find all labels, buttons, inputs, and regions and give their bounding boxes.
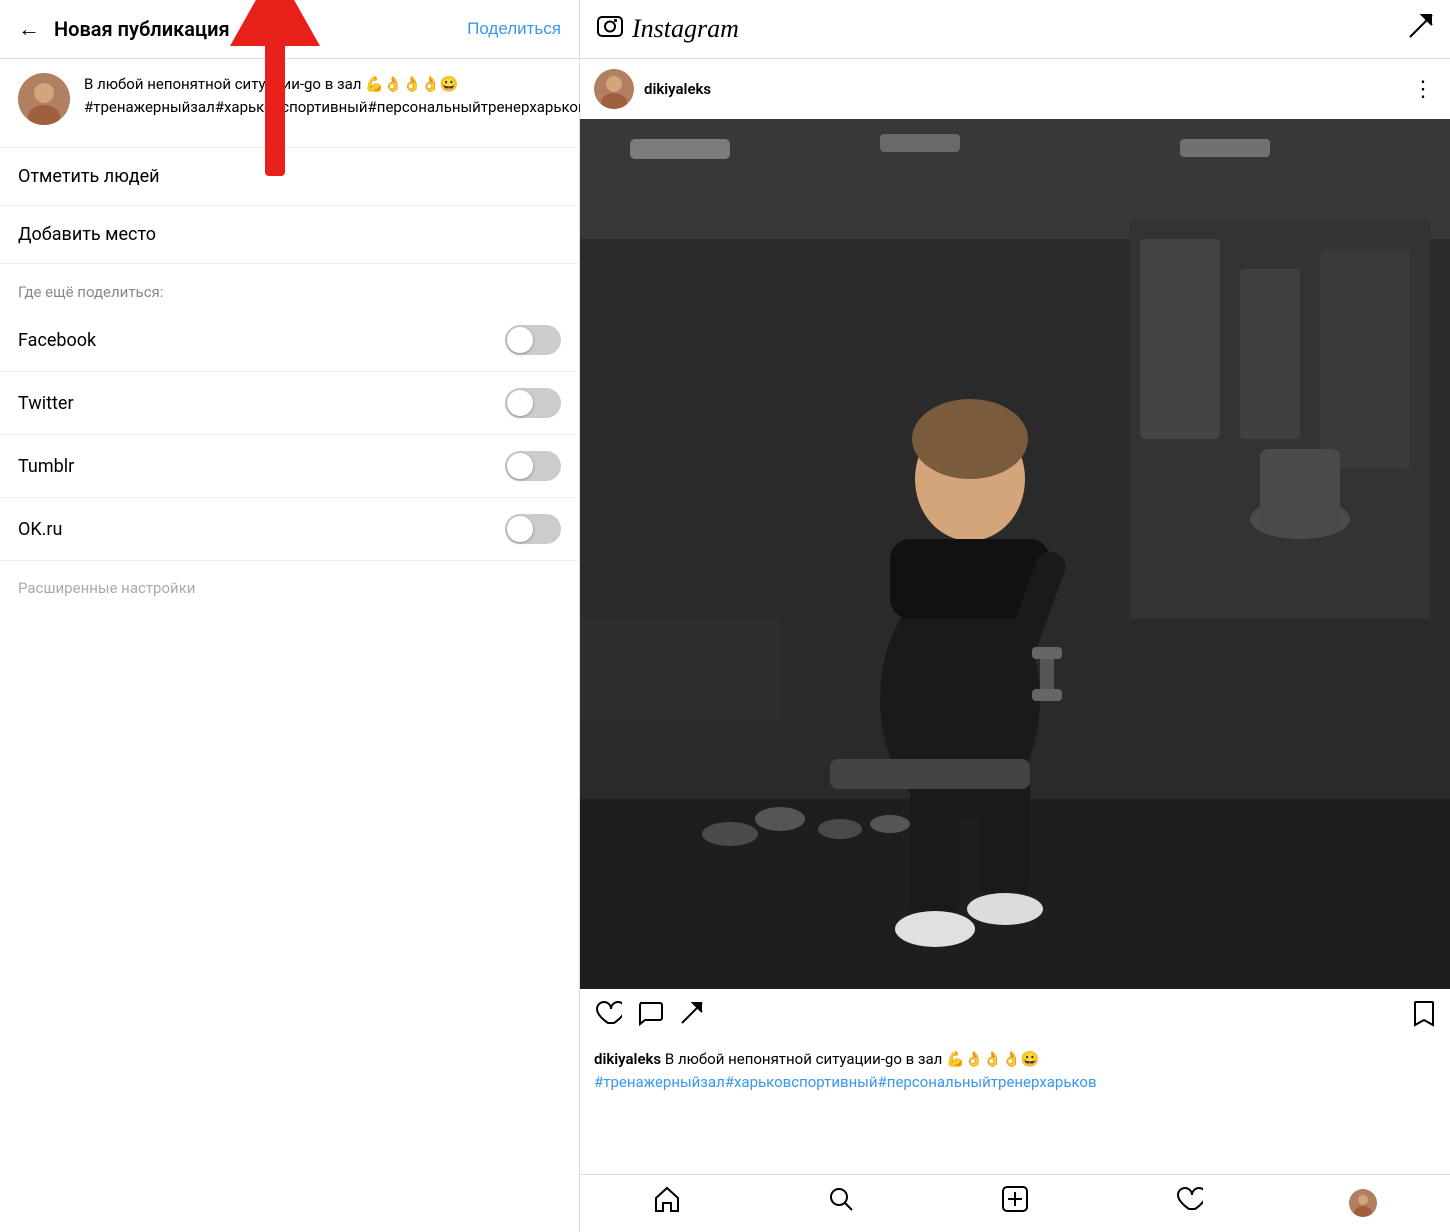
caption-text: В любой непонятной ситуации-go в зал 💪👌👌… [665, 1050, 1040, 1068]
home-icon[interactable] [653, 1185, 681, 1220]
share-section-title: Где ещё поделиться: [18, 283, 163, 301]
share-row-facebook: Facebook [0, 309, 579, 372]
post-header: dikiyaleks ⋮ [580, 59, 1450, 119]
annotation-arrow [230, 0, 320, 200]
instagram-post-screen: Instagram dikiyaleks ⋮ [580, 0, 1450, 1232]
new-post-screen: ← Новая публикация Поделиться В любой не… [0, 0, 580, 1232]
toggle-twitter[interactable] [505, 388, 561, 418]
post-username: dikiyaleks [644, 80, 1412, 98]
share-label-facebook: Facebook [18, 330, 96, 351]
like-icon[interactable] [594, 999, 622, 1034]
caption-hashtags: #тренажерныйзал#харьковспортивный#персон… [594, 1073, 1097, 1091]
share-label-twitter: Twitter [18, 393, 74, 414]
camera-icon [596, 12, 624, 46]
send-icon[interactable] [1408, 13, 1434, 45]
add-location-item[interactable]: Добавить место [0, 206, 579, 264]
avatar-right [594, 69, 634, 109]
share-icon[interactable] [678, 999, 706, 1034]
post-image [580, 119, 1450, 989]
share-row-okru: OK.ru [0, 498, 579, 561]
heart-nav-icon[interactable] [1175, 1185, 1203, 1220]
bottom-navigation [580, 1174, 1450, 1232]
action-bar [580, 989, 1450, 1044]
share-button[interactable]: Поделиться [467, 19, 561, 39]
caption-username: dikiyaleks [594, 1050, 661, 1068]
instagram-header: Instagram [580, 0, 1450, 59]
toggle-tumblr[interactable] [505, 451, 561, 481]
toggle-facebook[interactable] [505, 325, 561, 355]
more-options-icon[interactable]: ⋮ [1412, 77, 1436, 102]
avatar-left [18, 73, 70, 125]
search-nav-icon[interactable] [827, 1185, 855, 1220]
post-caption: В любой непонятной ситуации-go в зал 💪👌👌… [84, 73, 587, 118]
comment-icon[interactable] [636, 999, 664, 1034]
add-post-icon[interactable] [1001, 1185, 1029, 1220]
post-caption: dikiyaleks В любой непонятной ситуации-g… [580, 1044, 1450, 1103]
advanced-settings-link[interactable]: Расширенные настройки [0, 561, 579, 615]
instagram-logo-text: Instagram [632, 14, 1408, 44]
share-section: Где ещё поделиться: [0, 264, 579, 309]
profile-avatar-nav[interactable] [1349, 1189, 1377, 1217]
bookmark-icon[interactable] [1412, 1000, 1436, 1034]
share-row-tumblr: Tumblr [0, 435, 579, 498]
back-button[interactable]: ← [18, 16, 40, 42]
share-label-okru: OK.ru [18, 519, 62, 540]
share-row-twitter: Twitter [0, 372, 579, 435]
share-label-tumblr: Tumblr [18, 456, 74, 477]
toggle-okru[interactable] [505, 514, 561, 544]
